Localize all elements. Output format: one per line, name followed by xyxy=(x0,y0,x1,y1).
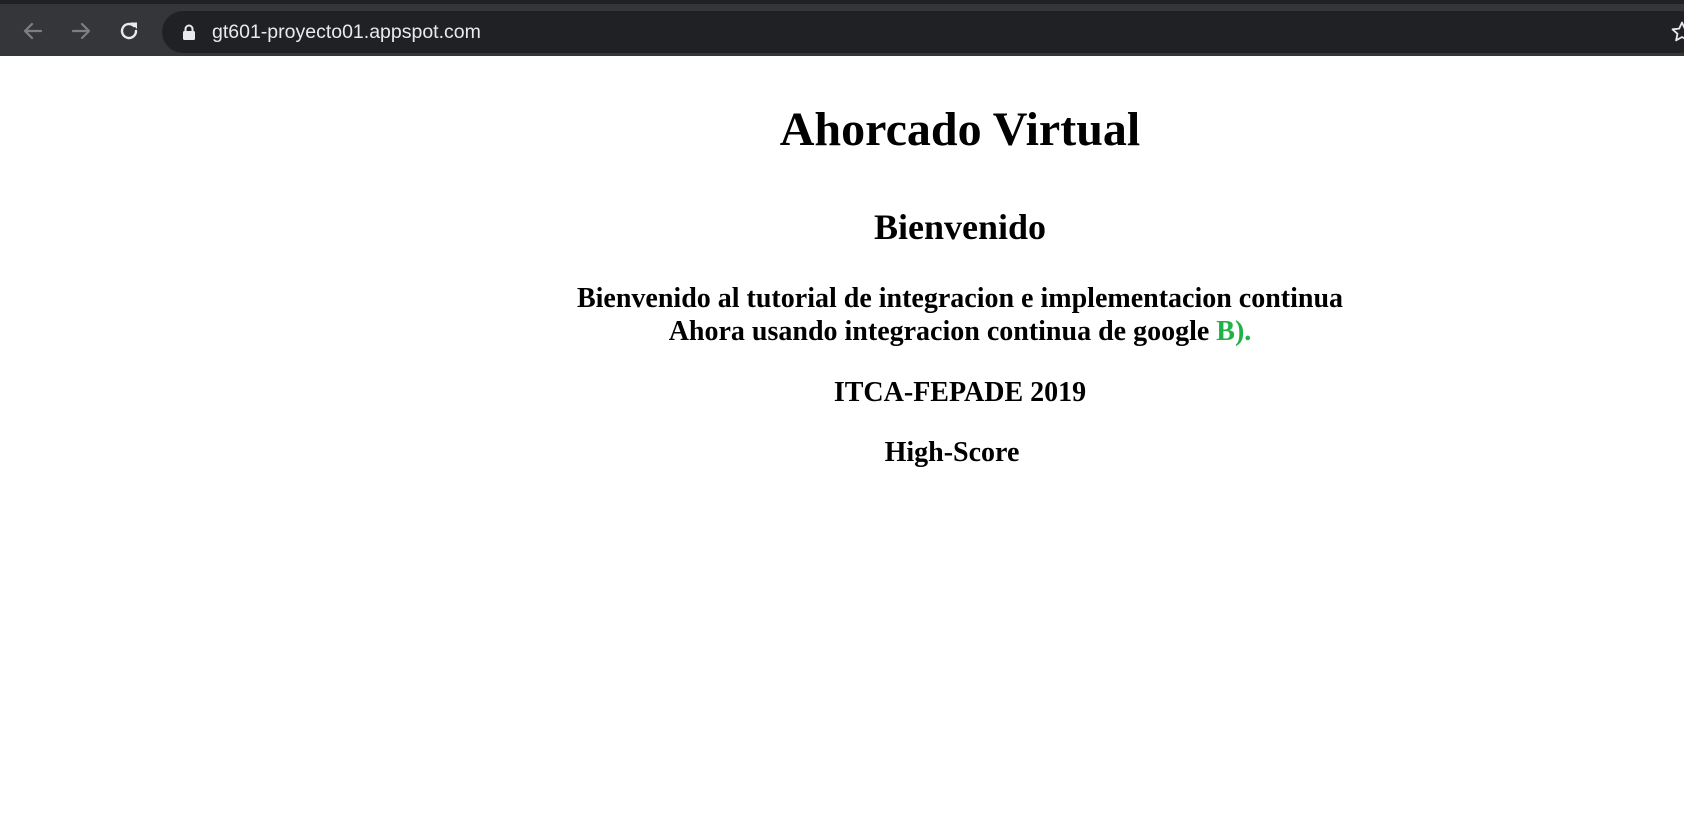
address-bar[interactable]: gt601-proyecto01.appspot.com xyxy=(162,11,1684,53)
arrow-right-icon xyxy=(71,22,91,40)
url-text: gt601-proyecto01.appspot.com xyxy=(212,21,481,43)
footer-text: ITCA-FEPADE 2019 xyxy=(833,377,1087,408)
browser-toolbar: gt601-proyecto01.appspot.com xyxy=(0,0,1684,56)
high-score-heading: High-Score xyxy=(884,437,1020,468)
bookmark-star-icon[interactable] xyxy=(1670,20,1684,44)
intro-line-1: Bienvenido al tutorial de integracion e … xyxy=(576,283,1344,314)
reload-icon xyxy=(120,22,138,40)
page-content: Ahorcado Virtual Bienvenido Bienvenido a… xyxy=(0,56,1684,828)
intro-line-2: Ahora usando integracion continua de goo… xyxy=(668,316,1217,347)
highlight-text: B). xyxy=(1216,316,1252,347)
intro-paragraph: Bienvenido al tutorial de integracion e … xyxy=(460,282,1460,348)
page-title: Ahorcado Virtual xyxy=(779,103,1141,156)
arrow-left-icon xyxy=(23,22,43,40)
forward-button[interactable] xyxy=(63,13,99,49)
welcome-heading: Bienvenido xyxy=(873,207,1047,247)
lock-icon xyxy=(183,24,195,40)
back-button[interactable] xyxy=(15,13,51,49)
reload-button[interactable] xyxy=(111,13,147,49)
